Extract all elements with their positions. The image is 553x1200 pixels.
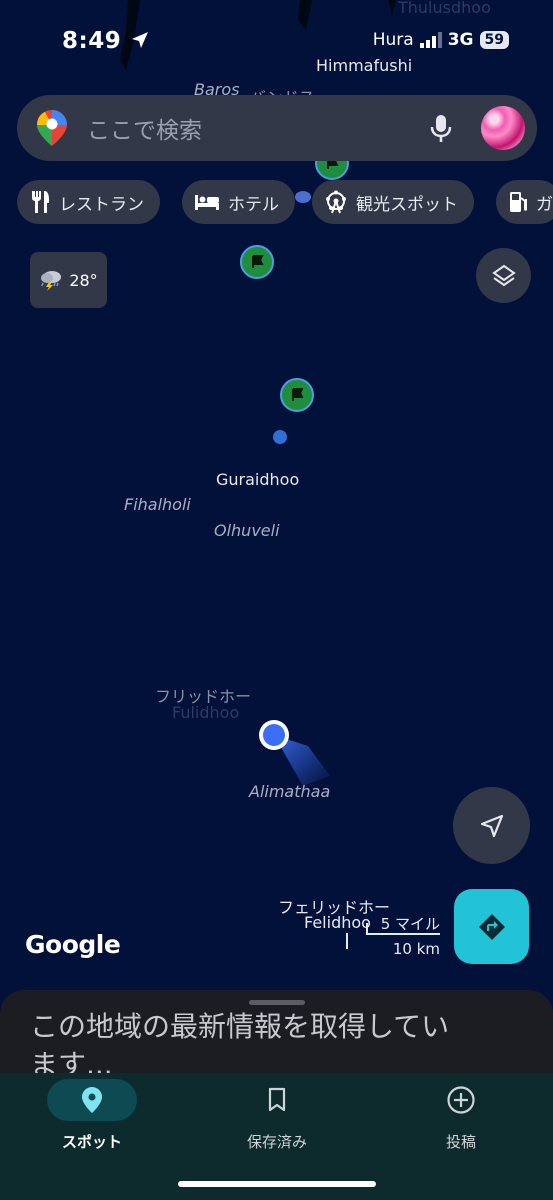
- google-maps-pin-icon: [37, 110, 67, 146]
- tab-contribute[interactable]: 投稿: [401, 1079, 521, 1152]
- carrier-label: Hura: [372, 30, 414, 50]
- directions-button[interactable]: [454, 889, 529, 964]
- tab-label: スポット: [61, 1133, 122, 1151]
- tab-saved[interactable]: 保存済み: [217, 1079, 337, 1152]
- search-bar[interactable]: ここで検索: [17, 95, 537, 161]
- chip-label: ホテル: [228, 194, 279, 215]
- map-label-thulusdhoo: Thulusdhoo: [398, 0, 491, 17]
- map-label-olhuveli: Olhuveli: [214, 521, 280, 540]
- bookmark-icon: [268, 1087, 286, 1112]
- weather-temperature: 28°: [69, 270, 98, 290]
- directions-icon: [478, 913, 505, 940]
- chip-label: レストラン: [59, 194, 144, 215]
- network-type: 3G: [447, 30, 474, 50]
- chip-restaurants[interactable]: レストラン: [17, 180, 160, 224]
- flag-icon: [292, 388, 304, 401]
- chip-gas-stations[interactable]: ガ: [496, 180, 553, 224]
- add-circle-icon: [447, 1086, 475, 1114]
- microphone-icon[interactable]: [427, 113, 455, 143]
- status-indicators: Hura 3G 59: [373, 30, 509, 50]
- location-pin-icon: [82, 1087, 102, 1113]
- battery-indicator: 59: [479, 31, 509, 49]
- chip-label: ガ: [536, 194, 553, 215]
- google-logo: Google: [25, 930, 121, 959]
- tab-label: 保存済み: [246, 1133, 307, 1151]
- home-indicator[interactable]: [178, 1181, 376, 1187]
- search-input[interactable]: ここで検索: [87, 111, 427, 145]
- ferris-wheel-icon: [326, 190, 346, 214]
- tab-explore[interactable]: スポット: [32, 1079, 152, 1152]
- layers-icon: [491, 264, 516, 286]
- chip-label: 観光スポット: [356, 194, 458, 215]
- navigation-arrow-icon: [480, 814, 503, 837]
- map-label-fulidhoo: Fulidhoo: [172, 703, 240, 722]
- map-scale: 5 マイル 10 km: [346, 911, 440, 961]
- sheet-drag-handle[interactable]: [249, 1000, 305, 1005]
- flag-icon: [252, 255, 264, 268]
- scale-km: 10 km: [392, 940, 440, 958]
- signal-icon: [419, 32, 442, 48]
- location-arrow-icon: [131, 32, 148, 48]
- map-label-himmafushi: Himmafushi: [316, 56, 413, 75]
- map-label-guraidhoo: Guraidhoo: [216, 470, 300, 489]
- poi-marker[interactable]: [240, 245, 274, 279]
- my-location-button[interactable]: [453, 787, 530, 864]
- gas-station-icon: [510, 192, 527, 212]
- chip-attractions[interactable]: 観光スポット: [312, 180, 474, 224]
- scale-miles: 5 マイル: [380, 915, 440, 933]
- layers-button[interactable]: [476, 248, 531, 303]
- poi-marker[interactable]: [280, 378, 314, 412]
- chip-hotels[interactable]: ホテル: [182, 180, 295, 224]
- avatar[interactable]: [481, 106, 525, 150]
- tab-label: 投稿: [445, 1133, 476, 1151]
- weather-widget[interactable]: 28°: [30, 252, 107, 308]
- thunderstorm-icon: [41, 271, 62, 291]
- map-label-fihalholi: Fihalholi: [124, 495, 191, 514]
- status-time: 8:49: [62, 28, 150, 54]
- bed-icon: [195, 195, 219, 210]
- current-location-marker[interactable]: [248, 708, 348, 788]
- fork-knife-icon: [32, 191, 49, 213]
